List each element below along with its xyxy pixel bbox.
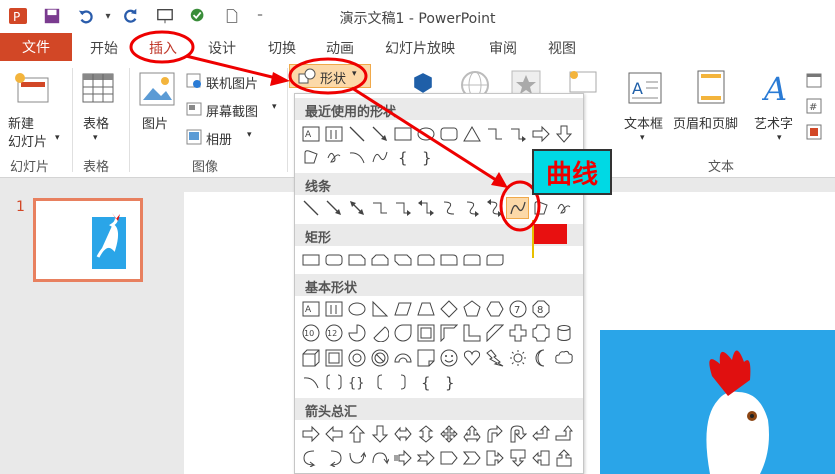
annotation-arrowhead-1 [270, 72, 290, 86]
annotation-arrow-1 [185, 54, 277, 80]
annotation-overlay [129, 30, 541, 232]
annotation-arrow-2 [351, 86, 497, 182]
highlight-ellipse-insert-tab [129, 30, 195, 64]
curve-callout-label: 曲线 [532, 149, 612, 195]
